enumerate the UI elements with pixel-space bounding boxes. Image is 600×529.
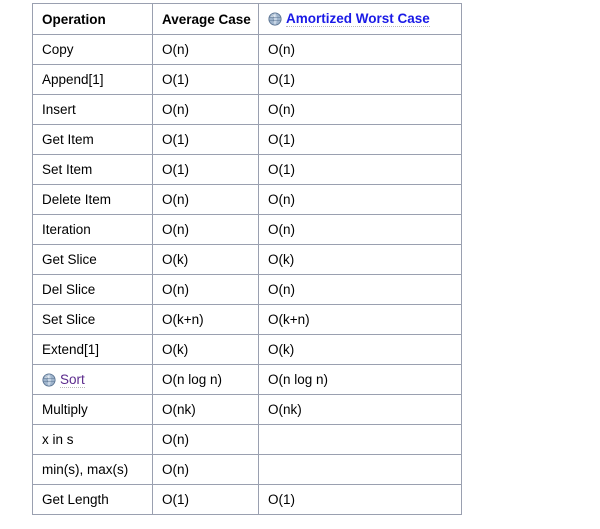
cell-operation: Del Slice <box>32 274 153 305</box>
cell-worst-case: O(k+n) <box>258 304 462 335</box>
table-row: Delete Item O(n) O(n) <box>32 184 462 215</box>
operation-link-content: Sort <box>42 372 152 388</box>
table-row: Copy O(n) O(n) <box>32 34 462 65</box>
operation-label: Set Slice <box>42 312 96 327</box>
cell-worst-case: O(1) <box>258 124 462 155</box>
table-row: Sort O(n log n) O(n log n) <box>32 364 462 395</box>
column-header-amortized-worst-case-content: Amortized Worst Case <box>268 11 461 27</box>
table-row: Multiply O(nk) O(nk) <box>32 394 462 425</box>
cell-average-case: O(k+n) <box>152 304 259 335</box>
cell-average-case: O(1) <box>152 154 259 185</box>
cell-operation: Copy <box>32 34 153 65</box>
cell-worst-case: O(k) <box>258 244 462 275</box>
cell-operation: min(s), max(s) <box>32 454 153 485</box>
operation-label: Extend[1] <box>42 342 100 357</box>
cell-average-case: O(1) <box>152 124 259 155</box>
operation-label: Multiply <box>42 402 88 417</box>
table-body: Copy O(n) O(n) Append[1] O(1) O(1) Inser… <box>32 34 462 515</box>
cell-worst-case: O(n) <box>258 34 462 65</box>
cell-average-case: O(k) <box>152 244 259 275</box>
cell-operation: Get Item <box>32 124 153 155</box>
table-header-row: Operation Average Case Amortized Worst C… <box>32 3 462 35</box>
cell-operation: Iteration <box>32 214 153 245</box>
cell-average-case: O(1) <box>152 64 259 95</box>
cell-average-case: O(n log n) <box>152 364 259 395</box>
cell-average-case: O(n) <box>152 424 259 455</box>
cell-operation: Append[1] <box>32 64 153 95</box>
amortized-worst-case-link[interactable]: Amortized Worst Case <box>286 11 430 27</box>
table-row: Del Slice O(n) O(n) <box>32 274 462 305</box>
cell-worst-case <box>258 454 462 485</box>
cell-operation: Extend[1] <box>32 334 153 365</box>
operation-label: Set Item <box>42 162 93 177</box>
table-row: Get Slice O(k) O(k) <box>32 244 462 275</box>
operation-label: x in s <box>42 432 74 447</box>
cell-operation: Multiply <box>32 394 153 425</box>
cell-operation: Delete Item <box>32 184 153 215</box>
cell-worst-case: O(1) <box>258 154 462 185</box>
globe-icon <box>268 12 282 26</box>
table-row: Get Length O(1) O(1) <box>32 484 462 515</box>
complexity-table: Operation Average Case Amortized Worst C… <box>32 3 462 515</box>
column-header-average-case-label: Average Case <box>162 11 251 27</box>
operation-label: Append[1] <box>42 72 104 87</box>
cell-average-case: O(n) <box>152 94 259 125</box>
cell-average-case: O(1) <box>152 484 259 515</box>
cell-average-case: O(k) <box>152 334 259 365</box>
operation-label: Copy <box>42 42 74 57</box>
cell-worst-case: O(k) <box>258 334 462 365</box>
cell-operation: x in s <box>32 424 153 455</box>
globe-icon <box>42 372 56 387</box>
table-row: Extend[1] O(k) O(k) <box>32 334 462 365</box>
cell-average-case: O(n) <box>152 454 259 485</box>
table-row: Append[1] O(1) O(1) <box>32 64 462 95</box>
cell-operation: Get Length <box>32 484 153 515</box>
cell-operation: Set Slice <box>32 304 153 335</box>
complexity-table-container: Operation Average Case Amortized Worst C… <box>32 3 462 515</box>
sort-link[interactable]: Sort <box>60 372 85 388</box>
cell-average-case: O(n) <box>152 34 259 65</box>
table-row: x in s O(n) <box>32 424 462 455</box>
operation-label: Iteration <box>42 222 91 237</box>
operation-label: Get Item <box>42 132 94 147</box>
cell-operation: Sort <box>32 364 153 395</box>
cell-worst-case: O(n) <box>258 214 462 245</box>
cell-worst-case: O(n) <box>258 94 462 125</box>
operation-label: min(s), max(s) <box>42 462 129 477</box>
table-row: Set Slice O(k+n) O(k+n) <box>32 304 462 335</box>
cell-average-case: O(n) <box>152 274 259 305</box>
operation-label: Delete Item <box>42 192 112 207</box>
operation-label: Insert <box>42 102 76 117</box>
cell-worst-case <box>258 424 462 455</box>
cell-worst-case: O(1) <box>258 484 462 515</box>
table-row: Get Item O(1) O(1) <box>32 124 462 155</box>
operation-label: Del Slice <box>42 282 96 297</box>
cell-operation: Insert <box>32 94 153 125</box>
column-header-operation-label: Operation <box>42 11 106 27</box>
page-root: Operation Average Case Amortized Worst C… <box>0 0 600 529</box>
table-row: Insert O(n) O(n) <box>32 94 462 125</box>
cell-average-case: O(n) <box>152 184 259 215</box>
table-row: Set Item O(1) O(1) <box>32 154 462 185</box>
cell-worst-case: O(n log n) <box>258 364 462 395</box>
cell-worst-case: O(n) <box>258 184 462 215</box>
operation-label: Get Slice <box>42 252 97 267</box>
cell-operation: Get Slice <box>32 244 153 275</box>
cell-worst-case: O(n) <box>258 274 462 305</box>
cell-operation: Set Item <box>32 154 153 185</box>
table-row: min(s), max(s) O(n) <box>32 454 462 485</box>
table-row: Iteration O(n) O(n) <box>32 214 462 245</box>
column-header-amortized-worst-case: Amortized Worst Case <box>258 3 462 35</box>
column-header-average-case: Average Case <box>152 3 259 35</box>
operation-label: Get Length <box>42 492 109 507</box>
cell-average-case: O(n) <box>152 214 259 245</box>
cell-worst-case: O(nk) <box>258 394 462 425</box>
cell-average-case: O(nk) <box>152 394 259 425</box>
table-header: Operation Average Case Amortized Worst C… <box>32 3 462 35</box>
column-header-operation: Operation <box>32 3 153 35</box>
cell-worst-case: O(1) <box>258 64 462 95</box>
